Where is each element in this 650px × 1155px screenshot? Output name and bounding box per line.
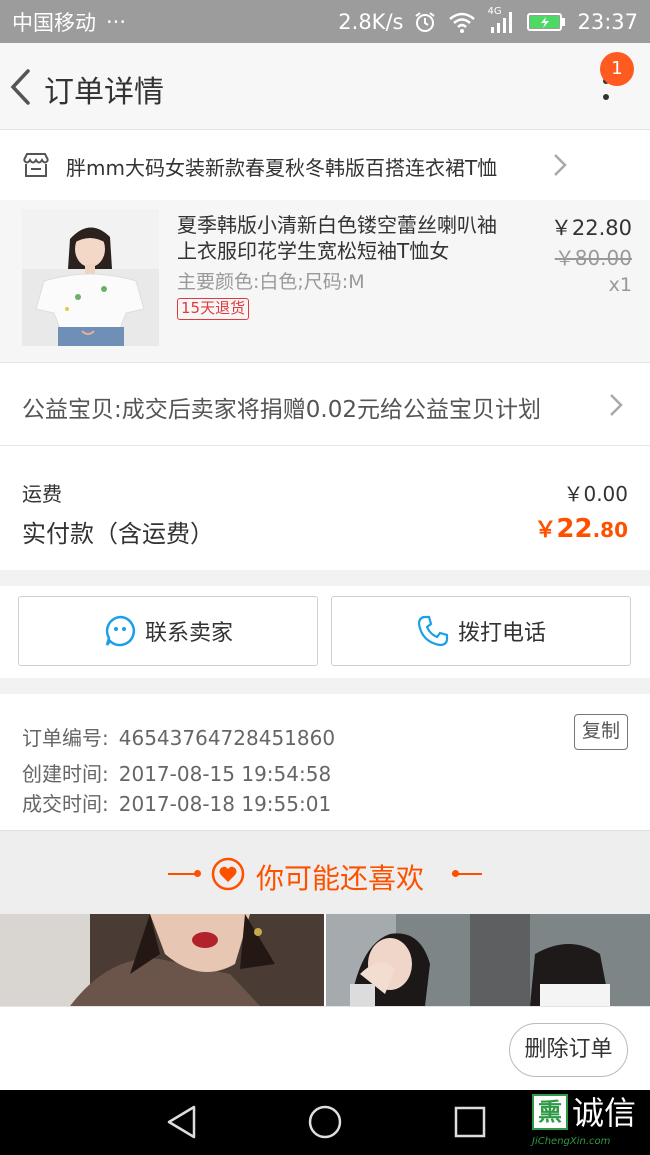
delete-order-button[interactable]: 删除订单 [509, 1023, 628, 1077]
product-quantity: x1 [608, 274, 632, 296]
call-button[interactable]: 拨打电话 [331, 596, 631, 666]
order-info: 订单编号: 46543764728451860 复制 创建时间: 2017-08-1… [0, 694, 650, 830]
recommend-title: 你可能还喜欢 [256, 862, 425, 895]
network-speed: 2.8K/s [338, 9, 404, 34]
product-title: 夏季韩版小清新白色镂空蕾丝喇叭袖上衣服印花学生宽松短袖T恤女 [177, 213, 497, 263]
store-icon [23, 153, 49, 177]
wifi-icon [449, 12, 476, 33]
order-item[interactable]: 夏季韩版小清新白色镂空蕾丝喇叭袖上衣服印花学生宽松短袖T恤女 主要颜色:白色;尺… [0, 200, 650, 362]
battery-icon [527, 12, 566, 31]
order-number-value: 46543764728451860 [118, 726, 336, 750]
notification-badge: 1 [600, 52, 634, 86]
recommend-products [0, 914, 650, 1006]
product-thumbnail[interactable] [22, 209, 159, 346]
shop-name: 胖mm大码女装新款春夏秋冬韩版百搭连衣裙T恤 [66, 156, 498, 180]
back-icon[interactable] [8, 67, 34, 107]
shop-row[interactable]: 胖mm大码女装新款春夏秋冬韩版百搭连衣裙T恤 [0, 130, 650, 200]
divider-dot [194, 870, 201, 877]
return-policy-tag: 15天退货 [177, 298, 250, 320]
nav-recents-icon[interactable] [454, 1106, 486, 1138]
page-title: 订单详情 [44, 75, 164, 110]
copy-button[interactable]: 复制 [574, 714, 628, 750]
recommend-header: 你可能还喜欢 [0, 830, 650, 914]
shipping-label: 运费 [22, 482, 62, 506]
recommend-product-image[interactable] [0, 914, 324, 1006]
created-time-row: 创建时间: 2017-08-15 19:54:58 [22, 758, 331, 787]
watermark-text: 诚信 [572, 1094, 637, 1132]
status-bar: 中国移动 ··· 2.8K/s 4G 23:37 [0, 0, 650, 43]
phone-icon [417, 615, 449, 647]
paid-integer: 22 [556, 514, 593, 544]
charity-text: 公益宝贝:成交后卖家将捐赠0.02元给公益宝贝计划 [22, 397, 541, 423]
paid-amount: ￥22.80 [534, 512, 628, 544]
order-number-label: 订单编号: [22, 726, 109, 750]
paid-currency: ￥ [534, 518, 557, 543]
contact-actions: 联系卖家 拨打电话 [0, 586, 650, 678]
payment-summary: 运费 ￥0.00 实付款（含运费） ￥22.80 [0, 446, 650, 570]
completed-time-row: 成交时间: 2017-08-18 19:55:01 [22, 788, 331, 817]
carrier-label: 中国移动 [12, 10, 96, 35]
contact-seller-button[interactable]: 联系卖家 [18, 596, 318, 666]
order-number-row: 订单编号: 46543764728451860 [22, 722, 335, 751]
created-time-label: 创建时间: [22, 762, 109, 786]
nav-home-icon[interactable] [307, 1104, 343, 1140]
chevron-right-icon [610, 394, 623, 416]
clock: 23:37 [577, 9, 638, 34]
chat-bubble-icon [105, 615, 136, 647]
system-navigation-bar: 熏 诚信 JiChengXin.com [0, 1090, 650, 1155]
chevron-right-icon [554, 154, 567, 176]
watermark-url: JiChengXin.com [532, 1136, 611, 1147]
watermark-logo: 熏 [532, 1094, 568, 1130]
original-price: ￥80.00 [554, 246, 632, 270]
shipping-value: ￥0.00 [563, 482, 628, 506]
navigation-header: 订单详情 1 [0, 43, 650, 130]
paid-label: 实付款（含运费） [22, 520, 214, 548]
divider-line [452, 873, 482, 875]
nav-back-icon[interactable] [165, 1104, 199, 1140]
product-spec: 主要颜色:白色;尺码:M [177, 271, 365, 293]
product-price: ￥22.80 [550, 216, 632, 240]
recommend-product-image[interactable] [326, 914, 650, 1006]
call-label: 拨打电话 [457, 621, 546, 646]
notification-dots: ··· [106, 9, 127, 34]
contact-seller-label: 联系卖家 [144, 621, 233, 646]
heart-icon [211, 857, 245, 891]
signal-icon: 4G [487, 6, 517, 35]
completed-time-label: 成交时间: [22, 792, 109, 816]
completed-time-value: 2017-08-18 19:55:01 [118, 792, 332, 816]
paid-decimal: .80 [592, 518, 628, 542]
bottom-action-bar: 删除订单 [0, 1006, 650, 1090]
alarm-icon [415, 11, 436, 32]
charity-row[interactable]: 公益宝贝:成交后卖家将捐赠0.02元给公益宝贝计划 [0, 362, 650, 446]
created-time-value: 2017-08-15 19:54:58 [118, 762, 332, 786]
